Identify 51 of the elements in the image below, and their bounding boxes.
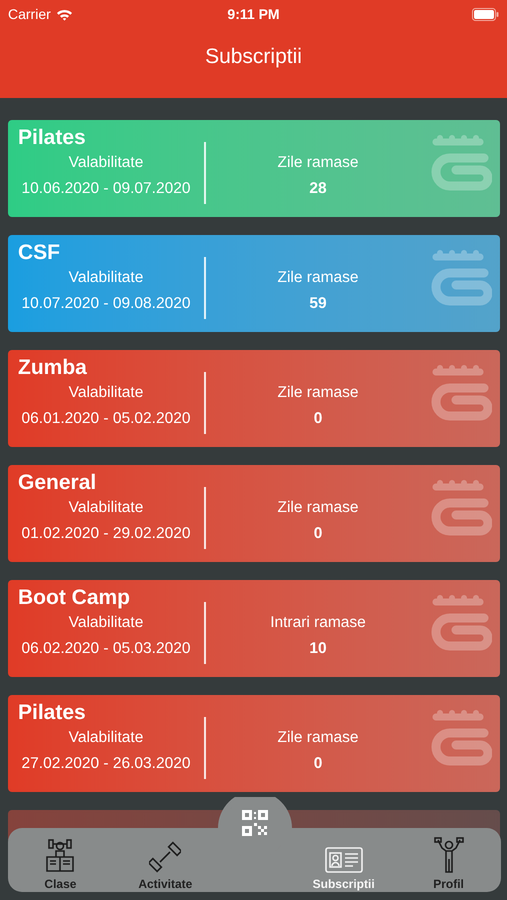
validity-period: 27.02.2020 - 26.03.2020 bbox=[22, 755, 190, 773]
tab-item[interactable]: Subscriptii bbox=[291, 828, 396, 892]
remaining-value: 0 bbox=[314, 525, 322, 543]
remaining-value: 28 bbox=[309, 180, 327, 198]
tab-item[interactable]: Clase bbox=[8, 828, 113, 892]
validity-label: Valabilitate bbox=[68, 384, 144, 402]
remaining-label: Zile ramase bbox=[278, 269, 358, 287]
scan-button[interactable] bbox=[239, 807, 271, 839]
validity-label: Valabilitate bbox=[68, 614, 144, 632]
subscription-card[interactable]: Pilates Valabilitate 27.02.2020 - 26.03.2020 Zile ramase 0 bbox=[8, 695, 500, 792]
subscription-name: Pilates bbox=[18, 700, 87, 726]
remaining-value: 0 bbox=[314, 755, 322, 773]
clock-time: 9:11 PM bbox=[227, 6, 280, 22]
validity-period: 06.02.2020 - 05.03.2020 bbox=[22, 640, 190, 658]
subscription-name: Zumba bbox=[18, 355, 88, 381]
id-card-icon bbox=[324, 847, 363, 873]
subscription-card[interactable]: General Valabilitate 01.02.2020 - 29.02.2020 Zile ramase 0 bbox=[8, 465, 500, 562]
subscription-name: General bbox=[18, 470, 98, 496]
validity-period: 01.02.2020 - 29.02.2020 bbox=[22, 525, 190, 543]
subscription-card[interactable]: Boot Camp Valabilitate 06.02.2020 - 05.03.2020 Intrari ramase 10 bbox=[8, 580, 500, 677]
carrier-label: Carrier bbox=[8, 6, 51, 22]
remaining-value: 10 bbox=[309, 640, 327, 658]
remaining-value: 59 bbox=[309, 295, 327, 313]
battery-icon bbox=[472, 8, 499, 20]
wifi-icon bbox=[56, 8, 73, 20]
remaining-label: Zile ramase bbox=[278, 729, 358, 747]
validity-period: 06.01.2020 - 05.02.2020 bbox=[22, 410, 190, 428]
subscription-name: Pilates bbox=[18, 125, 87, 151]
remaining-label: Intrari ramase bbox=[270, 614, 366, 632]
subscription-card[interactable]: Zumba Valabilitate 06.01.2020 - 05.02.2020 Zile ramase 0 bbox=[8, 350, 500, 447]
remaining-label: Zile ramase bbox=[278, 384, 358, 402]
remaining-value: 0 bbox=[314, 410, 322, 428]
validity-label: Valabilitate bbox=[68, 729, 144, 747]
subscription-name: Boot Camp bbox=[18, 585, 131, 611]
tab-item[interactable]: Profil bbox=[396, 828, 501, 892]
subscription-name: CSF bbox=[18, 240, 61, 266]
trainer-book-icon bbox=[45, 837, 76, 873]
validity-label: Valabilitate bbox=[68, 499, 144, 517]
validity-label: Valabilitate bbox=[68, 154, 144, 172]
dumbbell-icon bbox=[149, 841, 182, 873]
validity-period: 10.06.2020 - 09.07.2020 bbox=[22, 180, 190, 198]
tab-item[interactable]: Activitate bbox=[112, 828, 218, 892]
subscription-card[interactable]: CSF Valabilitate 10.07.2020 - 09.08.2020 Zile ramase 59 bbox=[8, 235, 500, 332]
remaining-label: Zile ramase bbox=[278, 499, 358, 517]
person-weights-icon bbox=[434, 837, 464, 873]
qr-code-icon bbox=[242, 810, 268, 836]
validity-period: 10.07.2020 - 09.08.2020 bbox=[22, 295, 190, 313]
page-title: Subscriptii bbox=[204, 44, 303, 70]
validity-label: Valabilitate bbox=[68, 269, 144, 287]
subscription-card[interactable]: Pilates Valabilitate 10.06.2020 - 09.07.2020 Zile ramase 28 bbox=[8, 120, 500, 217]
remaining-label: Zile ramase bbox=[278, 154, 358, 172]
